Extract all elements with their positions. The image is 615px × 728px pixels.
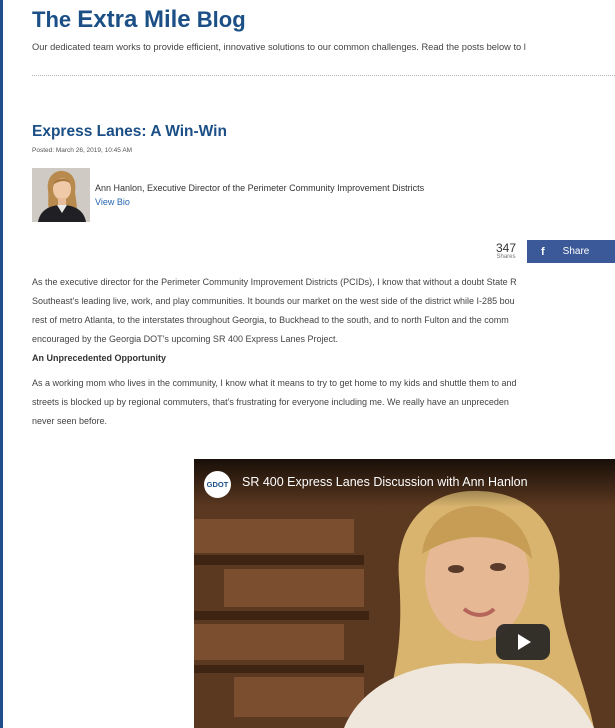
author-name: Ann Hanlon, Executive Director of the Pe…: [95, 183, 425, 193]
facebook-share-button[interactable]: f Share: [527, 240, 615, 263]
play-button[interactable]: [496, 624, 550, 660]
header-divider: [32, 75, 615, 76]
gdot-logo[interactable]: GDOT: [204, 471, 231, 498]
blog-title-prefix: The: [32, 7, 72, 32]
paragraph-line: streets is blocked up by regional commut…: [32, 397, 509, 407]
post-paragraph-1: As the executive director for the Perime…: [32, 273, 517, 349]
post-title[interactable]: Express Lanes: A Win-Win: [32, 123, 227, 141]
post-paragraph-2: As a working mom who lives in the commun…: [32, 374, 517, 431]
share-count-label: Shares: [496, 254, 516, 260]
paragraph-line: never seen before.: [32, 416, 108, 426]
share-count-number: 347: [495, 241, 517, 255]
author-avatar: [32, 168, 90, 222]
blog-tagline: Our dedicated team works to provide effi…: [32, 42, 526, 52]
facebook-icon: f: [541, 245, 545, 258]
share-count: 347 Shares: [491, 242, 521, 261]
play-icon: [518, 634, 531, 650]
paragraph-line: rest of metro Atlanta, to the interstate…: [32, 315, 509, 325]
blog-title-suffix: Blog: [196, 7, 246, 32]
paragraph-line: Southeast’s leading live, work, and play…: [32, 296, 515, 306]
video-player[interactable]: GDOT SR 400 Express Lanes Discussion wit…: [194, 459, 615, 728]
view-bio-link[interactable]: View Bio: [95, 197, 130, 207]
video-title[interactable]: SR 400 Express Lanes Discussion with Ann…: [242, 475, 528, 489]
post-subheading: An Unprecedented Opportunity: [32, 353, 167, 363]
paragraph-line: As a working mom who lives in the commun…: [32, 378, 517, 388]
post-date: Posted: March 26, 2019, 10:45 AM: [32, 147, 133, 154]
blog-title-brand: Extra Mile: [77, 6, 191, 33]
page-left-border: [0, 0, 3, 728]
share-button-label: Share: [562, 246, 590, 257]
blog-title[interactable]: The Extra Mile Blog: [32, 6, 246, 34]
paragraph-line: encouraged by the Georgia DOT’s upcoming…: [32, 334, 338, 344]
paragraph-line: As the executive director for the Perime…: [32, 277, 517, 287]
